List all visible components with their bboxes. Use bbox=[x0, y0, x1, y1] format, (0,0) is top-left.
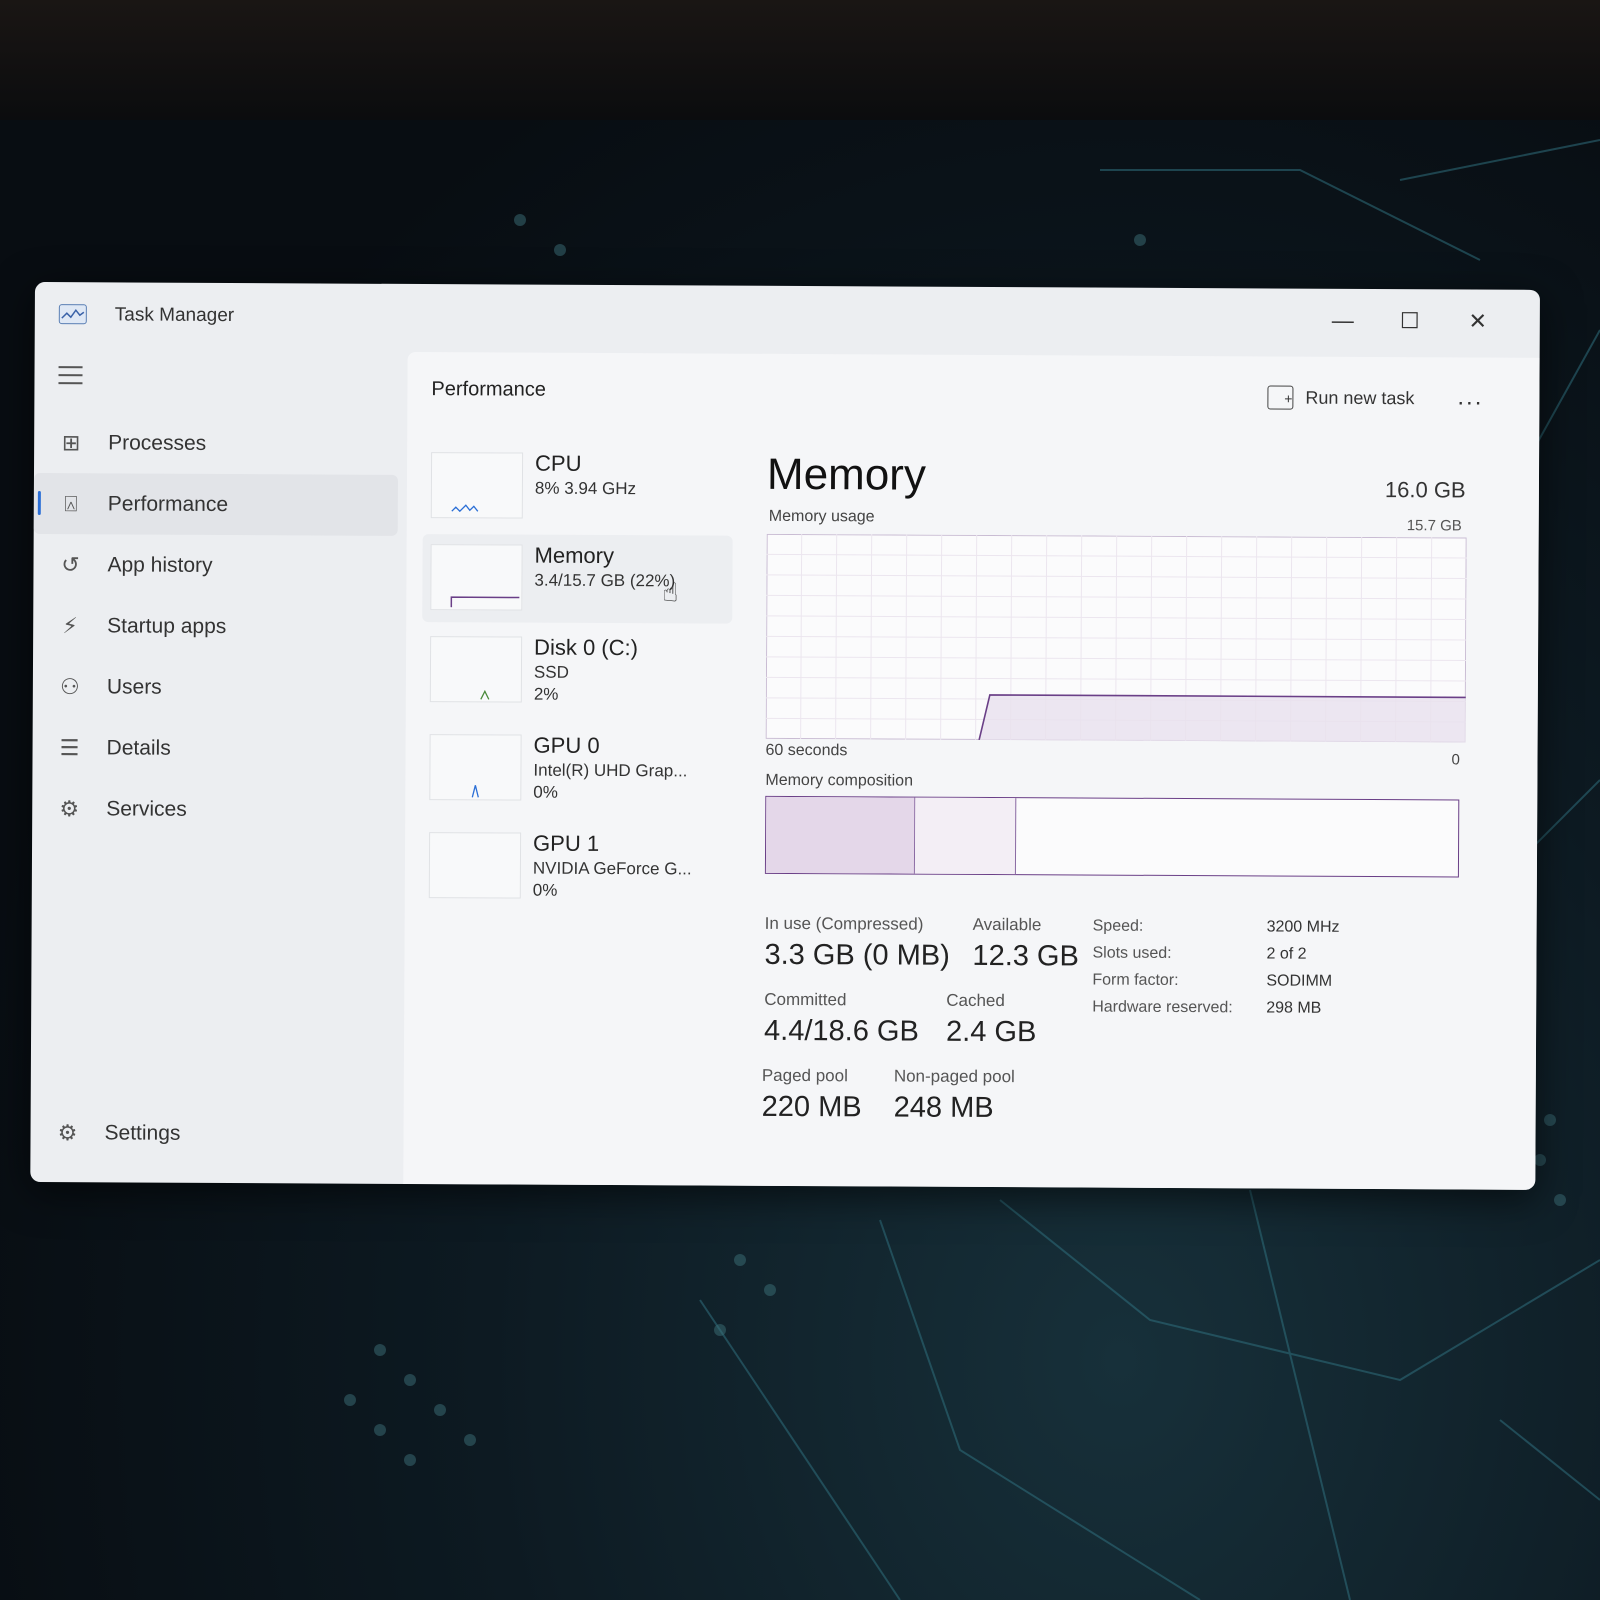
memory-composition-label: Memory composition bbox=[765, 771, 914, 790]
startup-icon: ⚡ bbox=[62, 612, 78, 638]
selector-value: 0% bbox=[533, 782, 558, 802]
speed-label: Speed: bbox=[1092, 917, 1144, 935]
gpu0-thumbnail-graph bbox=[429, 734, 522, 801]
gear-icon: ⚙ bbox=[57, 1120, 78, 1146]
memory-usage-area bbox=[979, 694, 1466, 743]
graph-zero-label: 0 bbox=[1451, 751, 1460, 769]
task-manager-window: Task Manager — ☐ ✕ ⊞ Processes ⍓ Perform… bbox=[30, 282, 1540, 1190]
sidebar-item-label: Users bbox=[106, 674, 162, 699]
form-factor-value: SODIMM bbox=[1266, 972, 1333, 990]
paged-pool-label: Paged pool bbox=[761, 1065, 848, 1086]
in-use-value: 3.3 GB (0 MB) bbox=[764, 938, 950, 972]
paged-pool-value: 220 MB bbox=[761, 1090, 862, 1124]
committed-label: Committed bbox=[764, 989, 847, 1010]
sidebar-item-services[interactable]: ⚙ Services bbox=[32, 778, 402, 841]
sidebar-item-label: Performance bbox=[107, 491, 229, 516]
memory-total: 16.0 GB bbox=[1384, 477, 1466, 503]
in-use-label: In use (Compressed) bbox=[764, 913, 924, 934]
sidebar-item-startup-apps[interactable]: ⚡ Startup apps bbox=[33, 595, 403, 658]
composition-in-use bbox=[765, 796, 916, 874]
available-value: 12.3 GB bbox=[972, 939, 1079, 973]
close-button[interactable]: ✕ bbox=[1453, 301, 1503, 341]
page-title: Performance bbox=[431, 378, 547, 401]
committed-value: 4.4/18.6 GB bbox=[764, 1014, 919, 1048]
sidebar-item-label: Startup apps bbox=[107, 613, 227, 638]
maximize-button[interactable]: ☐ bbox=[1385, 301, 1435, 341]
selector-disk[interactable]: Disk 0 (C:) SSD 2% bbox=[422, 626, 732, 716]
sidebar-item-label: Processes bbox=[108, 430, 207, 455]
graph-max-label: 15.7 GB bbox=[1406, 517, 1462, 535]
run-task-icon: + bbox=[1267, 385, 1294, 410]
sidebar-nav: ⊞ Processes ⍓ Performance ↺ App history … bbox=[32, 412, 404, 841]
selector-detail: 8% 3.94 GHz bbox=[534, 478, 637, 499]
history-icon: ↺ bbox=[61, 551, 80, 577]
run-new-task-button[interactable]: + Run new task bbox=[1267, 382, 1415, 413]
selector-detail: 3.4/15.7 GB (22%) bbox=[534, 570, 676, 591]
selector-name: Memory bbox=[534, 542, 615, 569]
sidebar-item-users[interactable]: ⚇ Users bbox=[33, 656, 403, 719]
hardware-reserved-label: Hardware reserved: bbox=[1092, 998, 1233, 1017]
non-paged-pool-label: Non-paged pool bbox=[893, 1066, 1015, 1087]
slots-value: 2 of 2 bbox=[1266, 945, 1307, 963]
selector-name: GPU 1 bbox=[533, 830, 600, 856]
hand-cursor-icon: ☝ bbox=[662, 577, 679, 608]
selector-name: CPU bbox=[534, 450, 582, 476]
services-icon: ⚙ bbox=[59, 795, 80, 821]
minimize-button[interactable]: — bbox=[1318, 301, 1368, 341]
sidebar-item-label: App history bbox=[107, 552, 213, 577]
slots-label: Slots used: bbox=[1092, 944, 1172, 962]
cached-value: 2.4 GB bbox=[946, 1015, 1037, 1049]
processes-icon: ⊞ bbox=[61, 429, 81, 455]
sidebar-item-label: Services bbox=[106, 796, 187, 821]
sidebar-item-processes[interactable]: ⊞ Processes bbox=[34, 412, 404, 475]
gpu1-thumbnail-graph bbox=[428, 832, 522, 899]
selector-detail: Intel(R) UHD Grap... bbox=[533, 760, 688, 781]
cached-label: Cached bbox=[946, 990, 1005, 1011]
task-manager-icon bbox=[58, 304, 87, 325]
sidebar-item-performance[interactable]: ⍓ Performance bbox=[33, 472, 398, 536]
sidebar-item-settings[interactable]: ⚙ Settings bbox=[30, 1105, 400, 1163]
selector-detail: NVIDIA GeForce G... bbox=[532, 858, 692, 879]
selector-name: Disk 0 (C:) bbox=[534, 634, 639, 661]
performance-panel: Performance + Run new task ... CPU 8% 3.… bbox=[403, 351, 1540, 1190]
details-icon: ☰ bbox=[59, 734, 80, 760]
time-range-label: 60 seconds bbox=[765, 741, 848, 760]
users-icon: ⚇ bbox=[59, 673, 80, 699]
memory-usage-graph bbox=[765, 533, 1467, 743]
selector-value: 2% bbox=[533, 684, 559, 704]
available-label: Available bbox=[972, 914, 1042, 935]
sidebar-item-label: Settings bbox=[104, 1121, 181, 1145]
memory-thumbnail-graph bbox=[430, 544, 523, 611]
speed-value: 3200 MHz bbox=[1266, 918, 1340, 936]
more-options-button[interactable]: ... bbox=[1457, 383, 1483, 411]
selector-value: 0% bbox=[532, 880, 558, 900]
sidebar-item-app-history[interactable]: ↺ App history bbox=[33, 534, 403, 597]
cpu-thumbnail-graph bbox=[430, 452, 524, 519]
title-bar: Task Manager — ☐ ✕ bbox=[35, 282, 1540, 352]
window-title: Task Manager bbox=[114, 304, 235, 327]
selector-name: GPU 0 bbox=[533, 732, 600, 758]
composition-standby-free bbox=[1016, 798, 1458, 876]
sidebar-item-details[interactable]: ☰ Details bbox=[32, 717, 402, 780]
form-factor-label: Form factor: bbox=[1092, 971, 1179, 989]
memory-composition-bar bbox=[764, 795, 1460, 878]
disk-thumbnail-graph bbox=[429, 636, 523, 703]
selector-detail: SSD bbox=[533, 662, 569, 682]
memory-usage-label: Memory usage bbox=[768, 507, 875, 526]
memory-title: Memory bbox=[766, 449, 927, 500]
hardware-reserved-value: 298 MB bbox=[1266, 999, 1322, 1017]
performance-icon: ⍓ bbox=[64, 490, 78, 516]
selector-memory[interactable]: Memory 3.4/15.7 GB (22%) ☝ bbox=[422, 534, 733, 624]
composition-modified bbox=[914, 797, 1017, 875]
run-new-task-label: Run new task bbox=[1305, 387, 1415, 408]
selector-gpu1[interactable]: GPU 1 NVIDIA GeForce G... 0% bbox=[421, 822, 731, 912]
sidebar-item-label: Details bbox=[106, 735, 171, 760]
menu-icon[interactable] bbox=[58, 366, 83, 386]
selector-cpu[interactable]: CPU 8% 3.94 GHz bbox=[423, 442, 733, 532]
non-paged-pool-value: 248 MB bbox=[893, 1091, 994, 1125]
selector-gpu0[interactable]: GPU 0 Intel(R) UHD Grap... 0% bbox=[421, 724, 731, 814]
